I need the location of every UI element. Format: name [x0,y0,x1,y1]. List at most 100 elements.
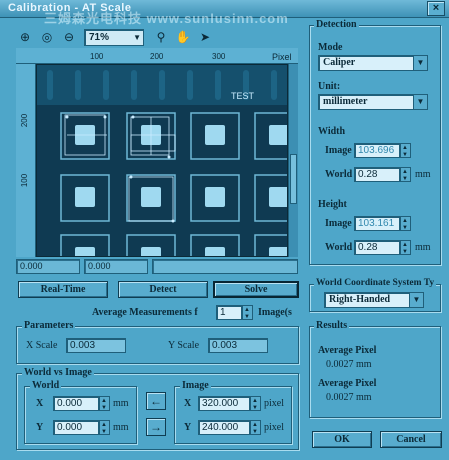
x-scale-value: 0.003 [66,338,126,353]
watermark: 三姆森光电科技 www.sunlusinn.com [44,11,289,26]
status-field-c [152,259,298,274]
world-subgroup-title: World [30,380,62,391]
width-world-unit: mm [415,169,431,180]
ruler-tick-y: 200 [20,113,30,128]
avg-pixel-label-1: Average Pixel [318,345,377,356]
zoom-reset-icon[interactable]: ◎ [38,28,56,46]
parameters-title: Parameters [22,320,76,331]
chevron-down-icon: ▼ [133,33,141,42]
image-y-spinner[interactable]: ▲ ▼ [250,420,261,435]
width-label: Width [318,126,346,137]
mode-value: Caliper [323,57,356,68]
chevron-down-icon: ▼ [409,293,423,307]
chevron-down-icon: ▼ [413,56,427,70]
avg-pixel-value-1: 0.0027 mm [326,359,372,370]
image-subgroup-title: Image [180,380,211,391]
scrollbar-thumb[interactable] [290,154,297,204]
world-x-spinner[interactable]: ▲ ▼ [99,396,110,411]
ruler-tick-x: 100 [90,52,104,61]
width-image-input[interactable]: 103.696 [354,143,400,158]
image-x-label: X [184,398,192,409]
ruler-tick-x: 300 [212,52,226,61]
image-x-spinner[interactable]: ▲ ▼ [250,396,261,411]
mode-label: Mode [318,42,343,53]
detection-title: Detection [314,19,359,30]
avg-measurements-label: Average Measurements f [92,307,198,318]
coord-system-select[interactable]: Right-Handed ▼ [324,292,424,308]
image-x-unit: pixel [264,398,284,409]
status-field-b: 0.000 [84,259,148,274]
y-scale-value: 0.003 [208,338,268,353]
ruler-tick-y: 100 [20,173,30,188]
zoom-value: 71% [89,32,110,43]
calibration-image-viewport[interactable]: TEST [36,64,288,257]
image-to-world-button[interactable]: ← [146,392,166,410]
image-y-unit: pixel [264,422,284,433]
width-world-input[interactable]: 0.28 [354,167,400,182]
world-x-input[interactable]: 0.000 [53,396,99,411]
world-y-unit: mm [113,422,129,433]
unit-select[interactable]: millimeter ▼ [318,94,428,110]
image-y-label: Y [184,422,192,433]
avg-measurements-suffix: Image(s [258,307,292,318]
detect-button[interactable]: Detect [118,281,208,298]
y-scale-label: Y Scale [168,340,200,351]
height-world-unit: mm [415,242,431,253]
width-world-spinner[interactable]: ▲ ▼ [400,167,411,182]
world-y-spinner[interactable]: ▲ ▼ [99,420,110,435]
pointer-arrow-icon[interactable]: ➤ [196,28,214,46]
unit-label: Unit: [318,81,341,92]
image-annotation: TEST [231,91,255,101]
height-label: Height [318,199,347,210]
viewport-vertical-scrollbar[interactable] [288,64,298,257]
height-image-label: Image [325,218,352,229]
ruler-tick-x: 200 [150,52,164,61]
vertical-ruler: 200 100 [16,64,36,257]
zoom-select[interactable]: 71% ▼ [84,29,144,46]
height-image-spinner[interactable]: ▲ ▼ [400,216,411,231]
zoom-out-icon[interactable]: ⊖ [60,28,78,46]
image-y-input[interactable]: 240.000 [198,420,250,435]
coord-system-title: World Coordinate System Ty [314,278,437,288]
image-subgroup [174,386,292,444]
unit-value: millimeter [323,96,368,107]
avg-pixel-value-2: 0.0027 mm [326,392,372,403]
close-button[interactable]: × [427,1,445,16]
ruler-unit-label: Pixel [272,52,292,62]
status-field-a: 0.000 [16,259,80,274]
results-title: Results [314,320,350,331]
world-x-unit: mm [113,398,129,409]
height-world-spinner[interactable]: ▲ ▼ [400,240,411,255]
chevron-down-icon: ▼ [413,95,427,109]
ok-button[interactable]: OK [312,431,372,448]
realtime-button[interactable]: Real-Time [18,281,108,298]
height-image-input[interactable]: 103.161 [354,216,400,231]
width-image-spinner[interactable]: ▲ ▼ [400,143,411,158]
magnifier-icon[interactable]: ⚲ [152,28,170,46]
results-group [309,326,441,418]
width-image-label: Image [325,145,352,156]
world-y-input[interactable]: 0.000 [53,420,99,435]
cursor-status-bar: 0.000 0.000 [16,259,298,274]
world-vs-image-title: World vs Image [22,367,94,378]
x-scale-label: X Scale [26,340,58,351]
solve-button[interactable]: Solve [213,281,299,298]
zoom-in-icon[interactable]: ⊕ [16,28,34,46]
height-world-label: World [325,242,353,253]
image-x-input[interactable]: 320.000 [198,396,250,411]
calibration-target-image: TEST [37,65,287,256]
pan-hand-icon[interactable]: ✋ [174,28,192,46]
mode-select[interactable]: Caliper ▼ [318,55,428,71]
width-world-label: World [325,169,353,180]
world-to-image-button[interactable]: → [146,418,166,436]
horizontal-ruler: 100 200 300 Pixel [16,48,298,64]
cancel-button[interactable]: Cancel [380,431,442,448]
height-world-input[interactable]: 0.28 [354,240,400,255]
avg-measurements-spinner[interactable]: ▲ ▼ [242,305,253,320]
image-toolbar: ⊕ ◎ ⊖ 71% ▼ ⚲ ✋ ➤ [16,28,216,48]
avg-measurements-input[interactable]: 1 [216,305,242,320]
world-subgroup [24,386,137,444]
world-y-label: Y [36,422,44,433]
world-x-label: X [36,398,44,409]
avg-pixel-label-2: Average Pixel [318,378,377,389]
